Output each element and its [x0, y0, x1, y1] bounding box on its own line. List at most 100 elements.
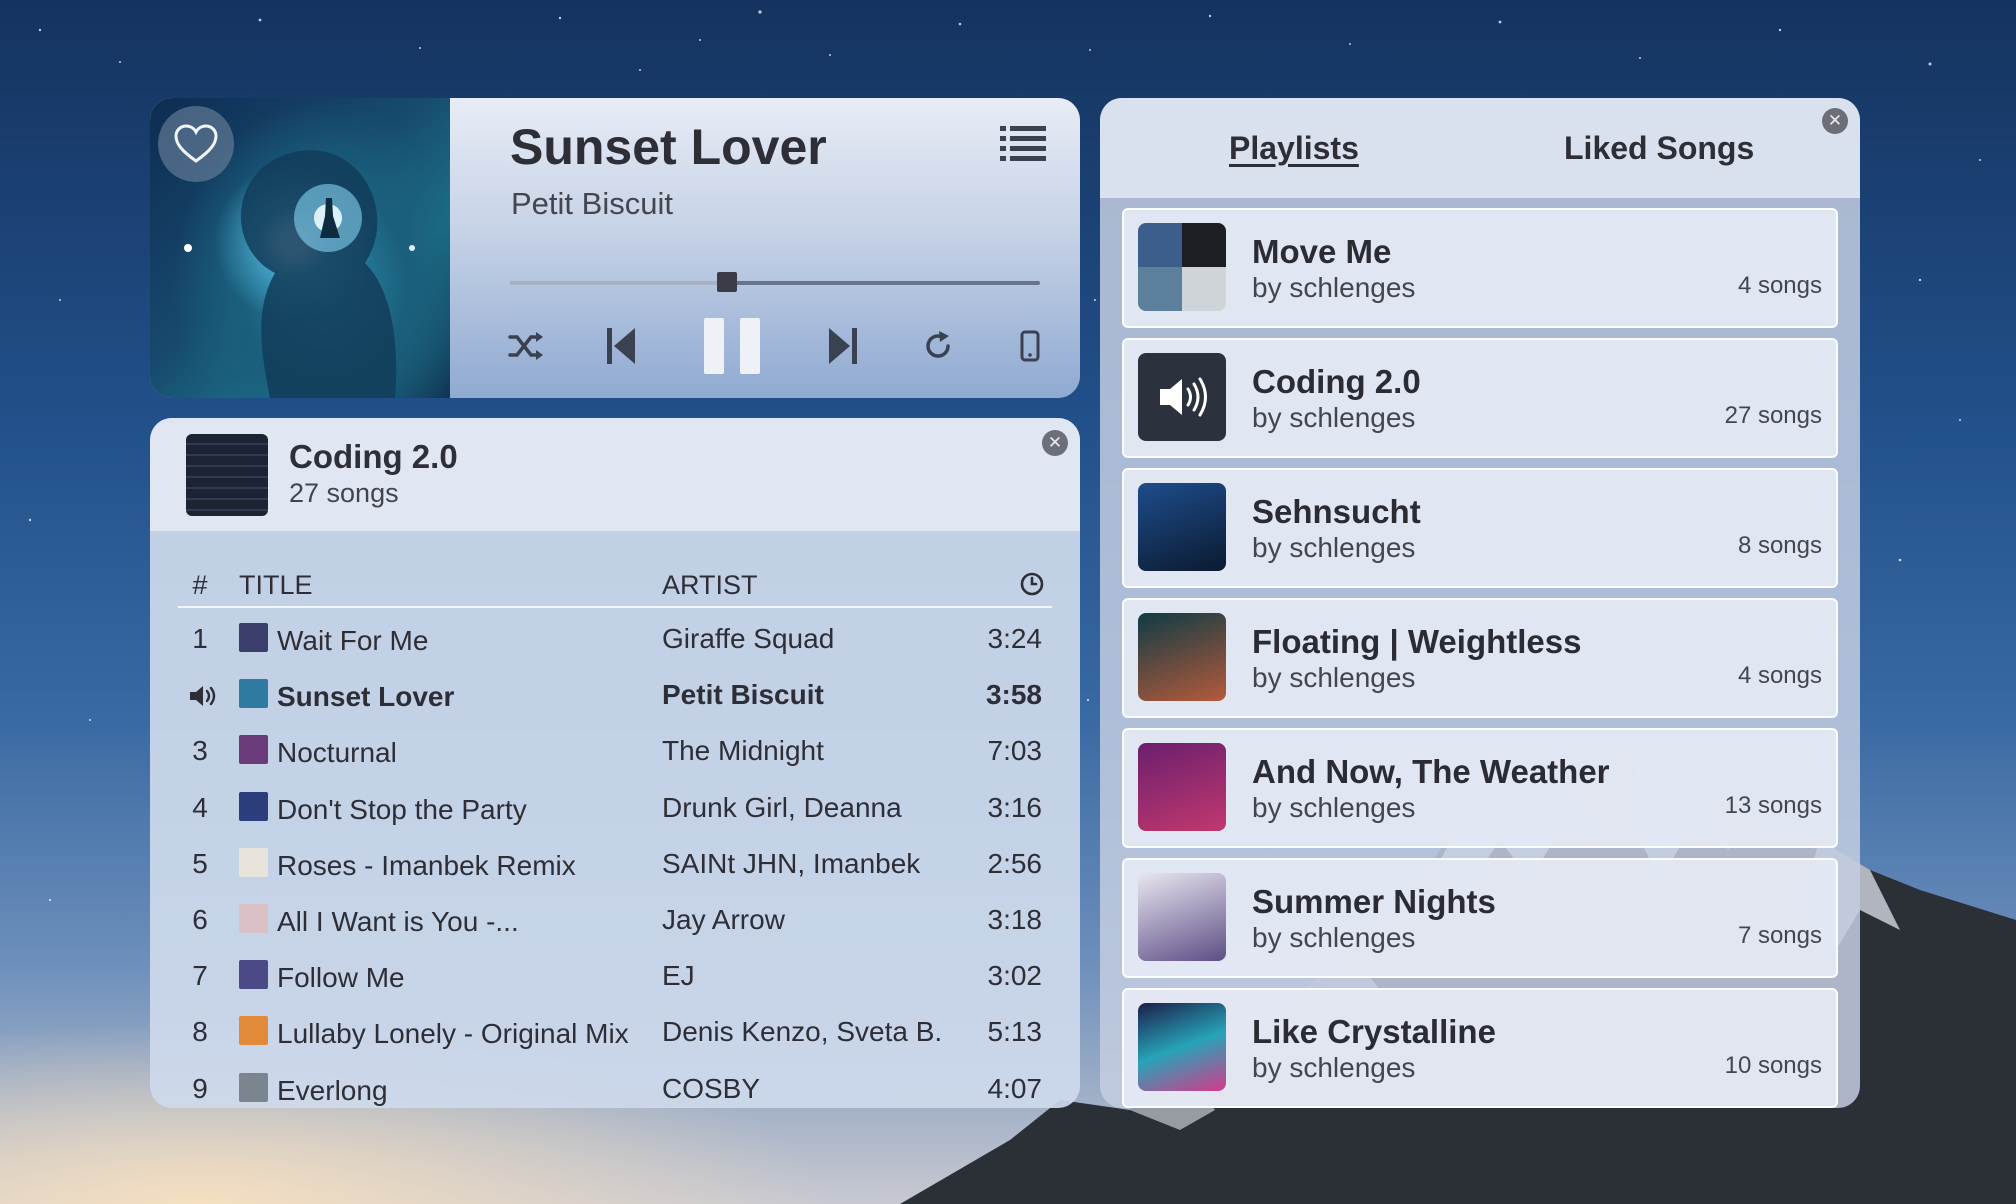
- track-title-cell: Don't Stop the Party: [277, 793, 527, 825]
- track-duration: 3:24: [987, 623, 1043, 654]
- track-row[interactable]: 7 Follow Me EJ 3:02: [178, 948, 1052, 1004]
- pause-button[interactable]: [704, 318, 760, 374]
- track-row[interactable]: 6 All I Want is You -... Jay Arrow 3:18: [178, 892, 1052, 948]
- track-thumbnail: [239, 1072, 268, 1102]
- track-thumbnail: [239, 735, 268, 765]
- column-number: #: [192, 570, 208, 600]
- playlist-card[interactable]: Move Me by schlenges 4 songs: [1122, 208, 1838, 328]
- album-art: [150, 98, 450, 398]
- playlist-card[interactable]: Sehnsucht by schlenges 8 songs: [1122, 468, 1838, 588]
- pause-icon: [704, 318, 760, 374]
- next-button[interactable]: [828, 318, 858, 374]
- column-artist[interactable]: ARTIST: [662, 570, 758, 601]
- close-icon: ✕: [1827, 111, 1843, 130]
- track-duration: 7:03: [987, 735, 1043, 767]
- progress-handle[interactable]: [717, 272, 738, 292]
- playlist-card-owner: by schlenges: [1252, 272, 1416, 303]
- track-row[interactable]: 4 Don't Stop the Party Drunk Girl, Deanna 3…: [178, 780, 1052, 836]
- track-row[interactable]: 8 Lullaby Lonely - Original Mix Denis Kenz…: [178, 1004, 1052, 1060]
- track-duration: 3:02: [987, 960, 1043, 992]
- playlist-card[interactable]: And Now, The Weather by schlenges 13 songs: [1122, 728, 1838, 848]
- heart-icon: [174, 124, 218, 163]
- playlist-cover: [1138, 223, 1226, 311]
- track-thumbnail: [239, 847, 268, 877]
- track-artist-cell: Giraffe Squad: [662, 623, 835, 654]
- playlist-card-owner: by schlenges: [1252, 1052, 1416, 1083]
- track-artist: Petit Biscuit: [511, 186, 673, 221]
- close-library-button[interactable]: ✕: [1822, 108, 1848, 134]
- playlist-card-name: Summer Nights: [1252, 883, 1496, 920]
- track-artist-cell: EJ: [662, 960, 695, 992]
- playlist-card-count: 8 songs: [1737, 532, 1822, 559]
- repeat-button[interactable]: [922, 318, 954, 374]
- track-title-cell: Nocturnal: [277, 737, 397, 769]
- repeat-icon: [926, 331, 950, 358]
- track-duration: 5:13: [987, 1016, 1043, 1048]
- progress-bar[interactable]: [510, 272, 1040, 292]
- playlist-card[interactable]: Coding 2.0 by schlenges 27 songs: [1122, 338, 1838, 458]
- track-number: 7: [192, 960, 208, 992]
- tab-liked-songs[interactable]: Liked Songs: [1564, 130, 1754, 167]
- track-row[interactable]: 1 Wait For Me Giraffe Squad 3:24: [178, 611, 1052, 667]
- track-thumbnail: [239, 1016, 268, 1046]
- track-number: 6: [192, 903, 208, 935]
- playlist-card-owner: by schlenges: [1252, 792, 1416, 823]
- previous-button[interactable]: [606, 318, 636, 374]
- track-duration: 2:56: [987, 847, 1043, 879]
- skip-forward-icon: [829, 328, 857, 364]
- track-thumbnail: [239, 623, 268, 652]
- track-row[interactable]: 5 Roses - Imanbek Remix SAINt JHN, Imanbek…: [178, 836, 1052, 892]
- shuffle-button[interactable]: [506, 318, 546, 374]
- track-title-cell: Roses - Imanbek Remix: [277, 849, 576, 881]
- track-number: 1: [192, 623, 208, 654]
- playlist-name: Coding 2.0: [289, 438, 458, 475]
- playlist-card-owner: by schlenges: [1252, 402, 1416, 433]
- track-table-header: # TITLE ARTIST: [178, 568, 1052, 608]
- shuffle-icon: [508, 332, 543, 360]
- track-number: 5: [192, 847, 208, 879]
- track-artist-cell: SAINt JHN, Imanbek: [662, 847, 921, 879]
- track-row[interactable]: 3 Nocturnal The Midnight 7:03: [178, 723, 1052, 779]
- column-title[interactable]: TITLE: [239, 570, 313, 601]
- library-panel: Playlists Liked Songs ✕ Move Me by schlen…: [1100, 98, 1860, 1108]
- playlist-detail-panel: Coding 2.0 27 songs ✕ # TITLE ARTIST 1 Wa…: [150, 418, 1080, 1108]
- skip-back-icon: [607, 328, 635, 364]
- track-title: Sunset Lover: [510, 119, 827, 175]
- playlist-card-count: 4 songs: [1737, 272, 1822, 299]
- playlist-cover: [1138, 743, 1226, 831]
- track-title-cell: Wait For Me: [277, 625, 429, 656]
- track-thumbnail: [239, 679, 268, 709]
- track-title-cell: All I Want is You -...: [277, 905, 519, 937]
- playlist-card-owner: by schlenges: [1252, 532, 1416, 563]
- track-list: 1 Wait For Me Giraffe Squad 3:24 Sunset Love…: [178, 611, 1052, 1108]
- track-row[interactable]: 9 Everlong COSBY 4:07: [178, 1061, 1052, 1109]
- playlist-card[interactable]: Floating | Weightless by schlenges 4 songs: [1122, 598, 1838, 718]
- playlist-card-count: 13 songs: [1724, 792, 1822, 819]
- clock-icon[interactable]: [1020, 572, 1044, 596]
- close-playlist-button[interactable]: ✕: [1042, 430, 1068, 456]
- playlist-card-owner: by schlenges: [1252, 922, 1416, 953]
- track-duration: 3:18: [987, 903, 1043, 935]
- track-artist-cell: COSBY: [662, 1072, 761, 1104]
- playlist-card-count: 7 songs: [1737, 922, 1822, 949]
- track-row[interactable]: Sunset Lover Petit Biscuit 3:58: [178, 667, 1052, 723]
- tab-playlists[interactable]: Playlists: [1229, 130, 1359, 167]
- queue-button[interactable]: [1000, 124, 1046, 164]
- track-number: 9: [192, 1072, 208, 1104]
- track-number: 3: [192, 735, 208, 767]
- playlist-cover: [1138, 353, 1226, 441]
- track-number: 8: [192, 1016, 208, 1048]
- playlist-card[interactable]: Summer Nights by schlenges 7 songs: [1122, 858, 1838, 978]
- playlist-card[interactable]: Like Crystalline by schlenges 10 songs: [1122, 988, 1838, 1108]
- now-playing-panel: Sunset Lover Petit Biscuit: [150, 98, 1080, 398]
- track-artist-cell: Drunk Girl, Deanna: [662, 791, 902, 823]
- track-title-cell: Sunset Lover: [277, 681, 455, 713]
- playlist-cover: [1138, 873, 1226, 961]
- like-button[interactable]: [158, 106, 234, 182]
- device-button[interactable]: [1018, 318, 1042, 374]
- playlist-cover: [1138, 613, 1226, 701]
- track-artist-cell: Petit Biscuit: [662, 679, 824, 711]
- track-thumbnail: [239, 960, 268, 990]
- playlist-card-count: 4 songs: [1737, 662, 1822, 689]
- track-thumbnail: [239, 791, 268, 821]
